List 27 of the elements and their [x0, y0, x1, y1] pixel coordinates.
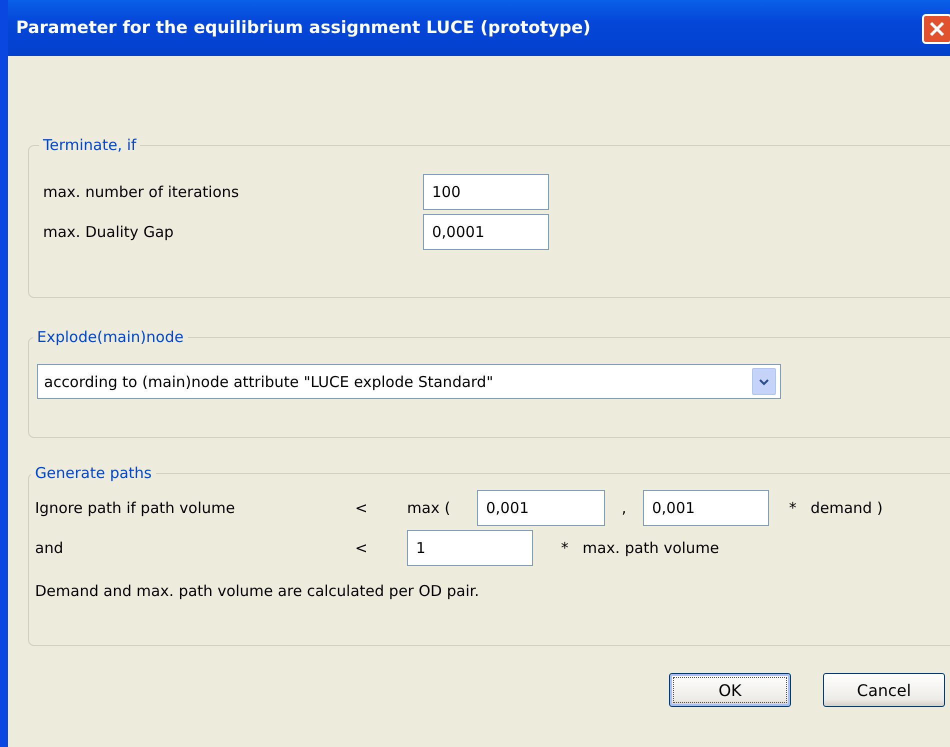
field-label: max. Duality Gap [43, 223, 175, 241]
separator-text: , [620, 499, 628, 517]
input-field[interactable]: 0,001 [477, 490, 605, 526]
note-text: Demand and max. path volume are calculated per OD pair. [35, 582, 480, 600]
function-text: max ( [407, 499, 452, 517]
input-field[interactable]: 100 [423, 174, 549, 210]
group-title: Terminate, if [42, 136, 138, 154]
input-field[interactable]: 0,0001 [423, 214, 549, 250]
row-label: and [35, 539, 64, 557]
operator-text: < [355, 539, 369, 557]
factor-text: max. path volume [582, 539, 720, 557]
group-title: Generate paths [34, 464, 153, 482]
multiplier-text: * [561, 539, 568, 557]
cancel-button[interactable]: Cancel [823, 673, 945, 707]
input-field[interactable]: 1 [407, 530, 533, 566]
input-field[interactable]: 0,001 [643, 490, 769, 526]
window-title: Parameter for the equilibrium assignment LUCE (prototype) [16, 18, 591, 38]
ok-button[interactable]: OK [669, 673, 791, 707]
close-icon [928, 20, 946, 38]
multiplier-text: * [789, 499, 796, 517]
row-label: Ignore path if path volume [35, 499, 236, 517]
close-button[interactable] [922, 14, 950, 44]
group-title: Explode(main)node [36, 328, 185, 346]
field-label: max. number of iterations [43, 183, 240, 201]
operator-text: < [355, 499, 369, 517]
factor-text: demand ) [810, 499, 883, 517]
dropdown[interactable]: according to (main)node attribute "LUCE explode Standard" [37, 364, 781, 399]
